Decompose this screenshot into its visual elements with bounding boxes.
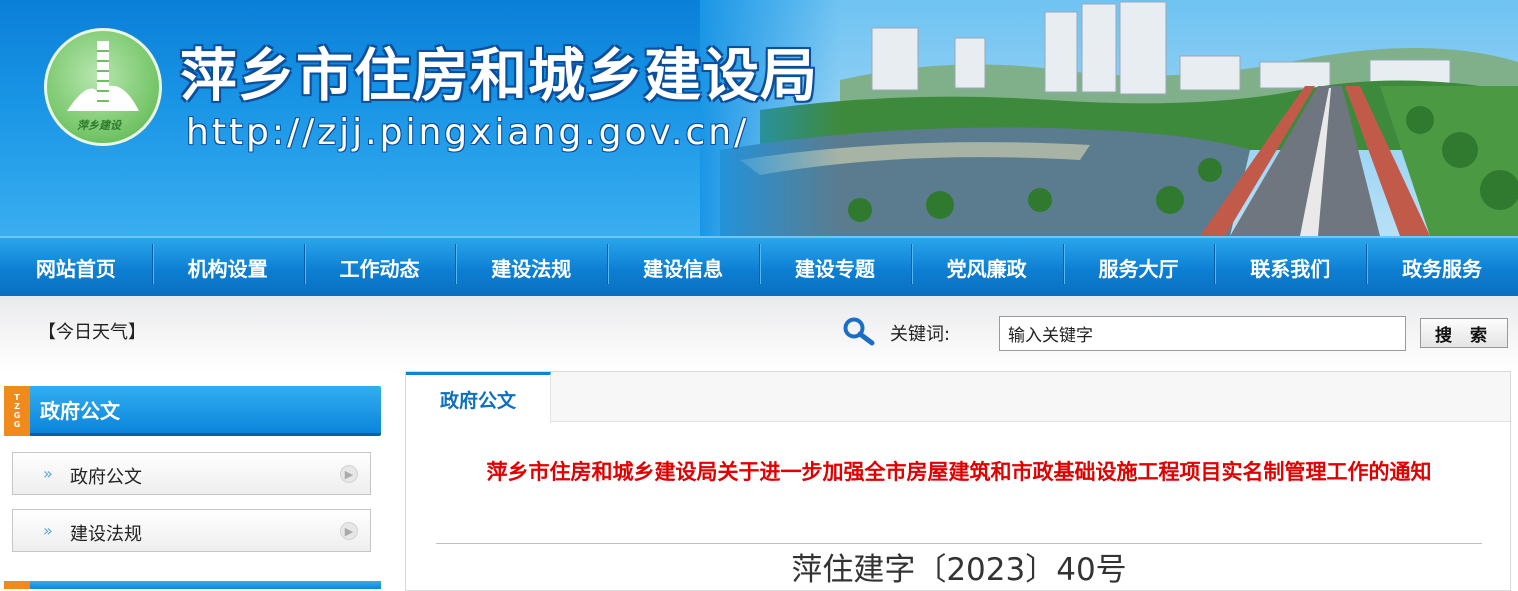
- nav-item-contact[interactable]: 联系我们: [1214, 238, 1366, 296]
- sidebar-section-header: [4, 581, 381, 589]
- site-url: http://zjj.pingxiang.gov.cn/: [186, 112, 750, 153]
- site-title: 萍乡市住房和城乡建设局: [180, 43, 818, 109]
- content-tabbar: 政府公文: [406, 372, 1510, 423]
- nav-item-work-news[interactable]: 工作动态: [303, 238, 456, 296]
- nav-item-service-hall[interactable]: 服务大厅: [1062, 238, 1215, 296]
- search-input[interactable]: [999, 316, 1406, 351]
- sidebar-item-regulations[interactable]: » 建设法规 ▶: [12, 509, 371, 552]
- site-logo[interactable]: 萍乡建设: [44, 28, 162, 146]
- nav-item-organization[interactable]: 机构设置: [151, 238, 304, 296]
- search-label: 关键词:: [890, 324, 951, 345]
- nav-item-gov-services[interactable]: 政务服务: [1366, 238, 1518, 296]
- main-nav: 网站首页 机构设置 工作动态 建设法规 建设信息 建设专题 党风廉政 服务大厅 …: [0, 236, 1518, 296]
- content-panel: 政府公文 萍乡市住房和城乡建设局关于进一步加强全市房屋建筑和市政基础设施工程项目…: [405, 371, 1511, 591]
- search-button[interactable]: 搜 索: [1420, 318, 1508, 348]
- search-icon: [843, 317, 875, 346]
- sidebar-title: 政府公文: [40, 399, 120, 423]
- sidebar-tag-text: TZGG: [12, 393, 22, 429]
- site-banner: 萍乡建设 萍乡市住房和城乡建设局 http://zjj.pingxiang.go…: [0, 0, 1518, 236]
- nav-item-integrity[interactable]: 党风廉政: [910, 238, 1063, 296]
- logo-text: 萍乡建设: [77, 119, 121, 132]
- nav-item-regulations[interactable]: 建设法规: [455, 238, 607, 296]
- nav-item-construction-info[interactable]: 建设信息: [607, 238, 759, 296]
- article-title: 萍乡市住房和城乡建设局关于进一步加强全市房屋建筑和市政基础设施工程项目实名制管理…: [486, 460, 1432, 484]
- double-chevron-icon: »: [43, 521, 53, 540]
- sidebar-item-label: 建设法规: [70, 524, 142, 545]
- sidebar-header: TZGG 政府公文: [4, 386, 381, 436]
- nav-item-special-topics[interactable]: 建设专题: [758, 238, 911, 296]
- arrow-right-icon: ▶: [340, 522, 358, 540]
- sidebar-item-gov-docs[interactable]: » 政府公文 ▶: [12, 452, 371, 495]
- sidebar-tag-icon: [4, 581, 30, 589]
- tab-gov-docs[interactable]: 政府公文: [406, 372, 551, 423]
- double-chevron-icon: »: [43, 464, 53, 483]
- sidebar-item-label: 政府公文: [70, 467, 142, 488]
- utility-bar: 【今日天气】 关键词: 搜 索: [0, 296, 1518, 372]
- nav-item-home[interactable]: 网站首页: [0, 238, 152, 296]
- arrow-right-icon: ▶: [340, 465, 358, 483]
- sidebar: TZGG 政府公文 » 政府公文 ▶ » 建设法规 ▶: [4, 386, 381, 589]
- weather-link[interactable]: 【今日天气】: [38, 318, 146, 344]
- sidebar-tag-icon: TZGG: [4, 386, 30, 436]
- document-number: 萍住建字〔2023〕40号: [791, 552, 1127, 588]
